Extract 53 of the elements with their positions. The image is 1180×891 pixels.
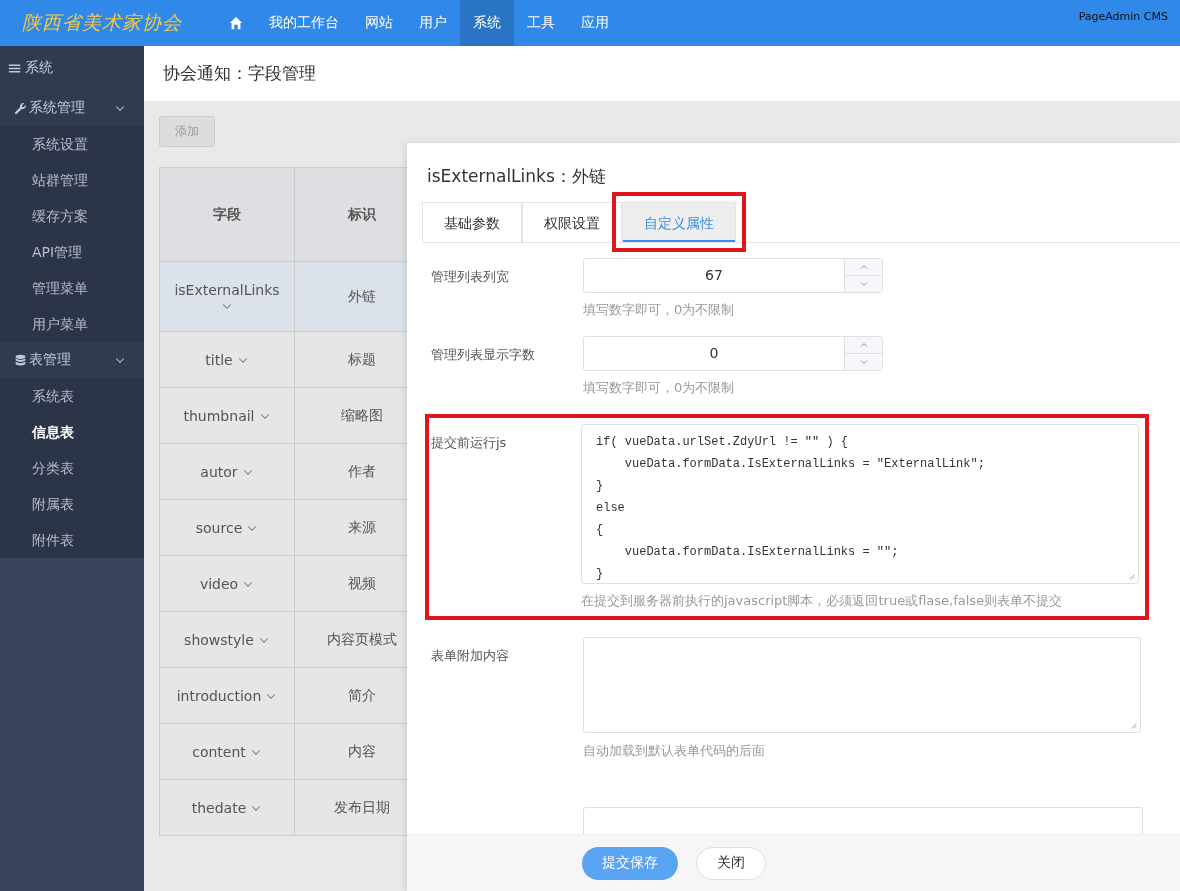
sidebar-item[interactable]: 附属表 [0, 486, 144, 522]
sidebar-item[interactable]: 信息表 [0, 414, 144, 450]
number-input[interactable]: 67 [583, 258, 883, 293]
field-name: thedate [191, 799, 247, 816]
field-name: autor [200, 463, 238, 480]
close-button[interactable]: 关闭 [696, 846, 766, 880]
field-label: 表单附加内容 [431, 648, 509, 663]
sidebar-item[interactable]: 用户菜单 [0, 306, 144, 342]
sidebar-group[interactable]: 系统管理 [0, 90, 144, 126]
field-label: 提交前运行js [431, 435, 507, 450]
sidebar-group[interactable]: 表管理 [0, 342, 144, 378]
nav-item[interactable]: 系统 [460, 0, 514, 46]
column-header: 字段 [159, 167, 295, 262]
nav-item[interactable]: 用户 [406, 0, 460, 46]
field-label: 管理列表显示字数 [431, 347, 535, 362]
nav-item[interactable]: 应用 [568, 0, 622, 46]
menu-icon [8, 61, 21, 75]
field-name: introduction [176, 687, 262, 704]
nav-item[interactable]: 工具 [514, 0, 568, 46]
number-input[interactable]: 0 [583, 336, 883, 371]
field-name: content [192, 743, 246, 760]
sidebar-item[interactable]: 系统表 [0, 378, 144, 414]
sidebar-item[interactable]: API管理 [0, 234, 144, 270]
page-title: 协会通知：字段管理 [163, 62, 316, 85]
textarea-field[interactable] [583, 637, 1141, 733]
nav-item[interactable]: 我的工作台 [256, 0, 352, 46]
field-name: showstyle [184, 631, 254, 648]
field-name: isExternalLinks [174, 281, 280, 298]
field-hint: 在提交到服务器前执行的javascript脚本，必须返回true或flase,false则表单不提交 [581, 592, 1064, 610]
field-name: thumbnail [183, 407, 255, 424]
code-textarea[interactable]: if( vueData.urlSet.ZdyUrl != "" ) { vueData.formData.IsExternalLinks = "ExternalLink"; } else { vueData.formData.IsExternalLinks = ""; } [581, 424, 1139, 584]
sidebar-item[interactable]: 站群管理 [0, 162, 144, 198]
sidebar-item[interactable]: 附件表 [0, 522, 144, 558]
resize-handle-icon [1127, 572, 1137, 582]
home-icon [229, 16, 243, 30]
sidebar-item[interactable]: 系统设置 [0, 126, 144, 162]
field-hint: 填写数字即可，0为不限制 [583, 379, 736, 397]
resize-handle-icon [1129, 721, 1139, 731]
nav-item[interactable]: 网站 [352, 0, 406, 46]
sidebar-item[interactable]: 分类表 [0, 450, 144, 486]
sidebar-item[interactable]: 缓存方案 [0, 198, 144, 234]
field-name: video [199, 575, 239, 592]
field-hint: 填写数字即可，0为不限制 [583, 301, 736, 319]
brand-label: PageAdmin CMS [1078, 10, 1168, 23]
tab[interactable]: 基础参数 [422, 202, 522, 242]
sidebar-title: 系统 [25, 59, 53, 77]
field-name: title [205, 351, 233, 368]
field-hint: 自动加载到默认表单代码的后面 [583, 742, 766, 760]
database-icon [14, 353, 27, 367]
wrench-icon [14, 101, 27, 115]
field-label: 管理列表列宽 [431, 269, 509, 284]
field-name: source [195, 519, 243, 536]
sidebar-item[interactable]: 管理菜单 [0, 270, 144, 306]
